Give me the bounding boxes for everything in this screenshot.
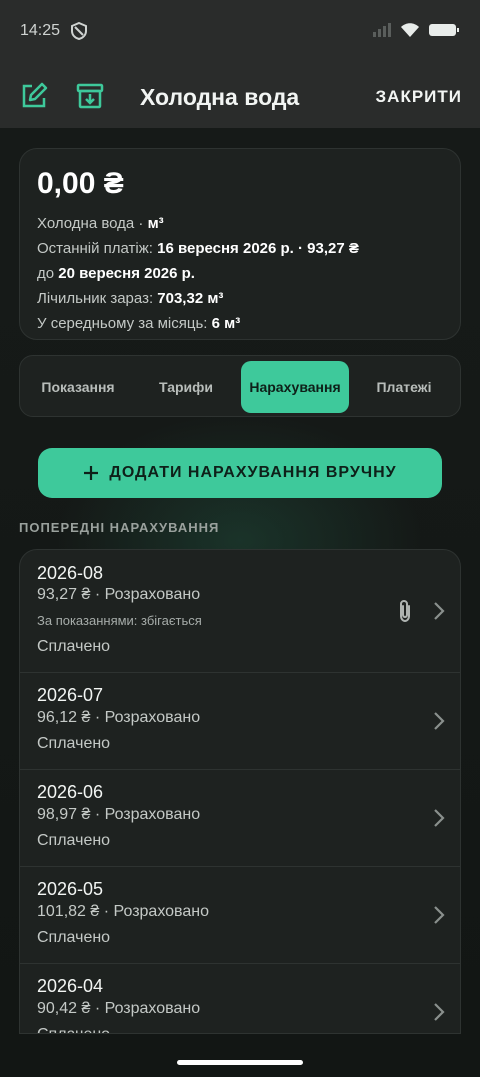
meter-value: 703,32 м³ [157, 290, 224, 307]
add-charge-label: ДОДАТИ НАРАХУВАННЯ ВРУЧНУ [109, 464, 397, 481]
list-item[interactable]: 2026-07 96,12 ₴ · Розраховано Сплачено [20, 673, 460, 770]
charge-status: Сплачено [37, 1026, 110, 1033]
average-line: У середньому за місяць: 6 м³ [37, 311, 443, 336]
charge-amount: 98,97 ₴ · Розраховано [37, 806, 201, 823]
signal-icon [373, 23, 391, 37]
app-bar: Холодна вода ЗАКРИТИ [0, 62, 480, 128]
plus-icon [84, 466, 99, 480]
shield-icon [71, 22, 87, 40]
archive-icon[interactable] [76, 82, 104, 110]
service-unit: м³ [147, 215, 164, 232]
chevron-right-icon [434, 809, 445, 827]
battery-icon [429, 24, 459, 36]
meter-line: Лічильник зараз: 703,32 м³ [37, 286, 443, 311]
list-item[interactable]: 2026-08 93,27 ₴ · Розраховано За показан… [20, 550, 460, 673]
due-value: 20 вересня 2026 р. [58, 265, 195, 282]
screen: 14:25 Холодна вода ЗАКРИТИ 0,00 ₴ Холодн… [0, 0, 480, 1077]
meter-label: Лічильник зараз: [37, 290, 158, 307]
average-label: У середньому за місяць: [37, 315, 212, 332]
home-indicator[interactable] [177, 1060, 303, 1065]
last-payment-line: Останній платіж: 16 вересня 2026 р. · 93… [37, 236, 443, 261]
charge-status: Сплачено [37, 638, 111, 655]
charge-period: 2026-06 [37, 782, 104, 802]
charge-period: 2026-04 [37, 976, 104, 996]
charge-note: За показаннями: збігається [37, 613, 202, 628]
summary-card: 0,00 ₴ Холодна вода · м³ Останній платіж… [19, 148, 461, 340]
last-payment-label: Останній платіж: [37, 240, 158, 257]
charge-period: 2026-07 [37, 685, 104, 705]
charge-period: 2026-05 [37, 879, 104, 899]
chevron-right-icon [434, 712, 445, 730]
system-nav-bar [0, 1034, 480, 1077]
add-charge-button[interactable]: ДОДАТИ НАРАХУВАННЯ ВРУЧНУ [38, 448, 442, 498]
status-time: 14:25 [20, 22, 61, 39]
list-item[interactable]: 2026-04 90,42 ₴ · Розраховано Сплачено [20, 964, 460, 1033]
due-label: до [37, 265, 59, 282]
service-label: Холодна вода · [37, 215, 148, 232]
section-title: ПОПЕРЕДНІ НАРАХУВАННЯ [19, 520, 220, 535]
tab-charges[interactable]: Нарахування [241, 361, 349, 413]
charge-amount: 93,27 ₴ · Розраховано [37, 586, 201, 603]
tab-readings[interactable]: Показання [28, 361, 128, 413]
wifi-icon [401, 23, 419, 37]
status-icons [372, 22, 460, 38]
tab-bar: Показання Тарифи Нарахування Платежі [19, 355, 461, 417]
tab-payments[interactable]: Платежі [354, 361, 454, 413]
status-bar: 14:25 [0, 0, 480, 62]
list-item[interactable]: 2026-06 98,97 ₴ · Розраховано Сплачено [20, 770, 460, 867]
charge-period: 2026-08 [37, 563, 104, 583]
balance-amount: 0,00 ₴ [37, 167, 124, 200]
charges-list: 2026-08 93,27 ₴ · Розраховано За показан… [19, 549, 461, 1034]
charge-amount: 101,82 ₴ · Розраховано [37, 903, 209, 920]
chevron-right-icon [434, 602, 445, 620]
charge-status: Сплачено [37, 929, 111, 946]
chevron-right-icon [434, 906, 445, 924]
list-item[interactable]: 2026-05 101,82 ₴ · Розраховано Сплачено [20, 867, 460, 964]
charge-amount: 96,12 ₴ · Розраховано [37, 709, 201, 726]
close-button[interactable]: ЗАКРИТИ [376, 87, 462, 107]
charge-status: Сплачено [37, 832, 111, 849]
charge-amount: 90,42 ₴ · Розраховано [37, 1000, 201, 1017]
charge-status: Сплачено [37, 735, 111, 752]
chevron-right-icon [434, 1003, 445, 1021]
last-payment-value: 16 вересня 2026 р. · 93,27 ₴ [157, 240, 359, 257]
page-title: Холодна вода [140, 84, 300, 110]
average-value: 6 м³ [211, 315, 241, 332]
service-line: Холодна вода · м³ [37, 211, 443, 236]
due-line: до 20 вересня 2026 р. [37, 261, 443, 286]
tab-tariffs[interactable]: Тарифи [136, 361, 236, 413]
edit-icon[interactable] [20, 82, 48, 110]
paperclip-icon[interactable] [394, 598, 416, 624]
